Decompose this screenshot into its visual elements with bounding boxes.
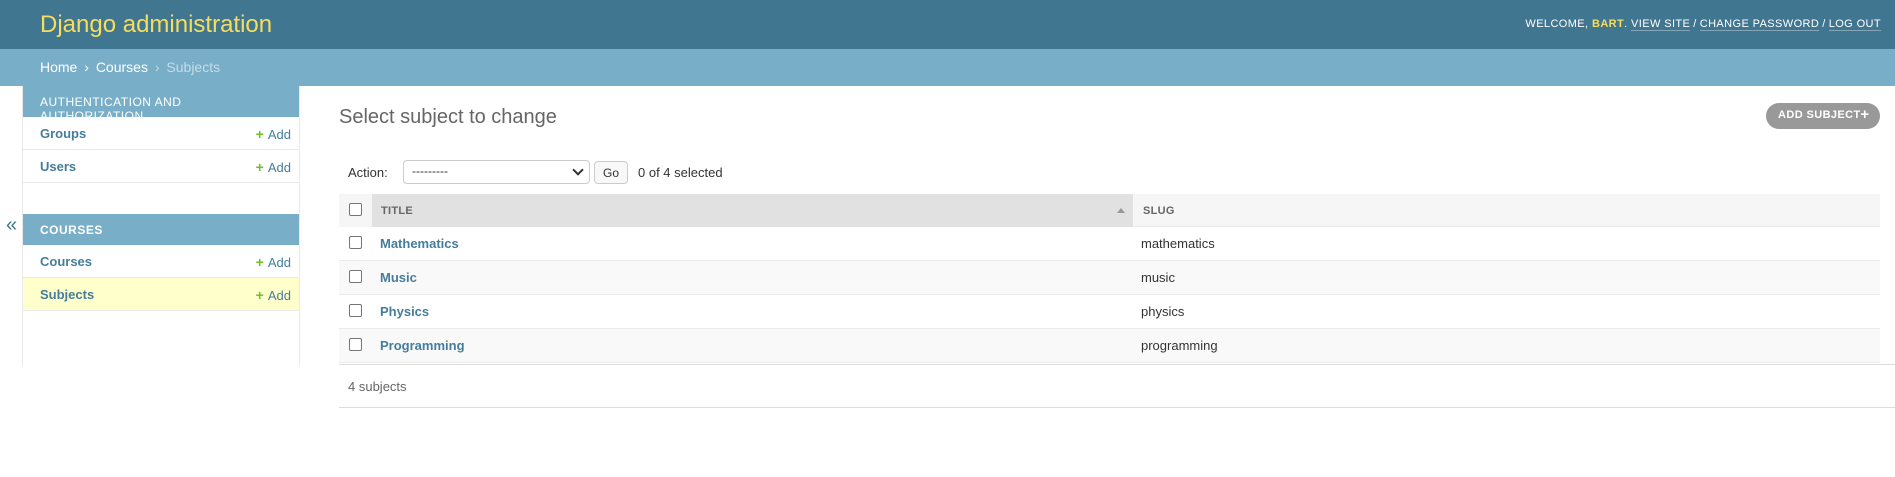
table-header: TITLE SLUG	[339, 194, 1880, 227]
sidebar-item-courses: Courses + Add	[23, 245, 299, 278]
selected-count: 0 of 4 selected	[638, 165, 723, 180]
row-checkbox[interactable]	[349, 304, 362, 317]
select-all-cell	[339, 194, 372, 227]
row-checkbox[interactable]	[349, 236, 362, 249]
table-row: Mathematics mathematics	[339, 227, 1880, 261]
add-subject-label: ADD SUBJECT	[1778, 109, 1861, 121]
separator: /	[1822, 18, 1826, 30]
subject-title-link[interactable]: Physics	[380, 304, 429, 319]
row-checkbox[interactable]	[349, 338, 362, 351]
action-label: Action:	[348, 165, 388, 180]
nav-sidebar: Authentication and Authorization Groups …	[23, 86, 300, 366]
chevron-down-icon	[572, 164, 584, 176]
double-chevron-left-icon: «	[6, 214, 18, 236]
plus-icon: +	[1860, 106, 1870, 123]
welcome-text: WELCOME,	[1525, 18, 1592, 30]
sidebar-item-subjects: Subjects + Add	[23, 278, 299, 311]
username: BART	[1591, 18, 1625, 30]
sidebar-item-groups: Groups + Add	[23, 117, 299, 150]
welcome-suffix: .	[1624, 18, 1632, 30]
add-subjects-link[interactable]: + Add	[256, 287, 291, 303]
subject-title-link[interactable]: Programming	[380, 338, 465, 353]
action-select[interactable]: ---------	[403, 160, 590, 184]
action-selected-option: ---------	[412, 164, 448, 178]
add-label: Add	[267, 255, 291, 270]
column-header-label: TITLE	[381, 205, 414, 217]
module-caption-courses[interactable]: Courses	[23, 214, 299, 245]
add-label: Add	[267, 127, 291, 142]
breadcrumb-app[interactable]: Courses	[96, 59, 148, 75]
paginator: 4 subjects	[339, 364, 1895, 408]
sidebar-item-label[interactable]: Subjects	[40, 287, 94, 302]
subject-slug: mathematics	[1141, 236, 1215, 251]
sort-ascending-icon[interactable]	[1117, 208, 1125, 213]
header: Django administration WELCOME, BART. VIE…	[0, 0, 1895, 49]
select-all-checkbox[interactable]	[349, 203, 362, 216]
change-password-link[interactable]: CHANGE PASSWORD	[1699, 18, 1820, 31]
add-groups-link[interactable]: + Add	[256, 126, 291, 142]
plus-icon: +	[255, 287, 264, 303]
add-users-link[interactable]: + Add	[256, 159, 291, 175]
subject-title-link[interactable]: Mathematics	[380, 236, 459, 251]
breadcrumb-separator: ›	[154, 59, 160, 75]
toggle-sidebar-button[interactable]: «	[0, 86, 23, 366]
plus-icon: +	[255, 254, 264, 270]
subject-slug: music	[1141, 270, 1175, 285]
separator: /	[1693, 18, 1697, 30]
add-label: Add	[267, 160, 291, 175]
page-title: Select subject to change	[339, 106, 557, 128]
result-table: TITLE SLUG Mathematics mathematics Music…	[339, 194, 1880, 363]
breadcrumb-current: Subjects	[166, 59, 221, 75]
sidebar-item-label[interactable]: Users	[40, 159, 76, 174]
sidebar-item-users: Users + Add	[23, 150, 299, 183]
view-site-link[interactable]: VIEW SITE	[1631, 18, 1691, 31]
plus-icon: +	[255, 159, 264, 175]
table-row: Programming programming	[339, 329, 1880, 363]
breadcrumb-separator: ›	[84, 59, 89, 75]
subject-slug: physics	[1141, 304, 1185, 319]
add-subject-button[interactable]: ADD SUBJECT +	[1766, 103, 1880, 129]
log-out-link[interactable]: LOG OUT	[1828, 18, 1881, 31]
add-label: Add	[267, 288, 291, 303]
breadcrumb: Home › Courses › Subjects	[0, 49, 1895, 86]
sidebar-item-label[interactable]: Courses	[40, 254, 92, 269]
column-header-title[interactable]: TITLE	[372, 194, 1133, 227]
row-checkbox[interactable]	[349, 270, 362, 283]
table-row: Music music	[339, 261, 1880, 295]
table-row: Physics physics	[339, 295, 1880, 329]
breadcrumb-home[interactable]: Home	[40, 59, 77, 75]
go-button[interactable]: Go	[594, 161, 628, 184]
user-tools: WELCOME, BART. VIEW SITE / CHANGE PASSWORD…	[1525, 18, 1881, 31]
sidebar-item-label[interactable]: Groups	[40, 126, 86, 141]
module-caption-auth[interactable]: Authentication and Authorization	[23, 86, 299, 123]
add-courses-link[interactable]: + Add	[256, 254, 291, 270]
actions-bar: Action: --------- Go 0 of 4 selected	[339, 157, 1879, 189]
plus-icon: +	[255, 126, 264, 142]
subject-slug: programming	[1141, 338, 1218, 353]
subject-title-link[interactable]: Music	[380, 270, 417, 285]
column-header-slug: SLUG	[1143, 205, 1175, 217]
site-name[interactable]: Django administration	[40, 11, 272, 39]
